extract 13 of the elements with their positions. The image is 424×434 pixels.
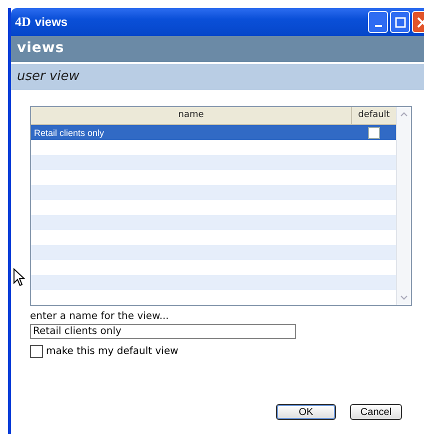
checkbox-label: make this my default view bbox=[46, 346, 178, 357]
column-header[interactable]: default bbox=[352, 107, 396, 124]
app-logo-icon: 4D bbox=[15, 14, 31, 30]
column-header[interactable]: name bbox=[31, 107, 352, 124]
dialog-button[interactable]: Cancel bbox=[350, 404, 402, 420]
dialog-button[interactable]: OK bbox=[276, 404, 336, 420]
name-input-field[interactable]: Retail clients only bbox=[30, 324, 296, 339]
window-title: views bbox=[34, 15, 69, 29]
field-label: enter a name for the view... bbox=[30, 311, 170, 322]
section-title: views bbox=[11, 36, 424, 62]
table-cell-text: Retail clients only bbox=[33, 128, 106, 138]
table-row[interactable]: Retail clients only bbox=[31, 125, 396, 140]
section-subtitle: user view bbox=[11, 64, 424, 90]
